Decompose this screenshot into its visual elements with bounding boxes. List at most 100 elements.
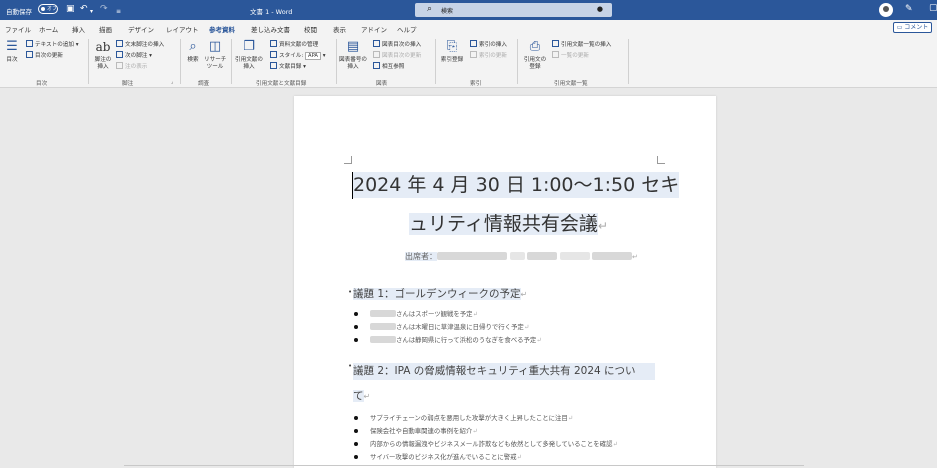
heading-marker: • xyxy=(348,288,353,296)
cross-reference-button[interactable]: 相互参照 xyxy=(373,62,404,71)
mark-entry-button[interactable]: ⎘ 索引登録 xyxy=(438,39,466,64)
redacted-name xyxy=(370,336,396,343)
researcher-icon: ◫ xyxy=(208,39,222,54)
tab-mailings[interactable]: 差し込み文書 xyxy=(251,24,290,34)
separator xyxy=(435,39,436,84)
separator xyxy=(517,39,518,84)
ribbon-tabs: ファイル ホーム 挿入 描画 デザイン レイアウト 参考資料 差し込み文書 校閲… xyxy=(0,20,937,37)
tab-help[interactable]: ヘルプ xyxy=(397,24,417,34)
list-item[interactable]: さんは木曜日に草津温泉に日帰りで行く予定↵ xyxy=(354,322,529,332)
autosave-toggle[interactable]: オフ xyxy=(38,4,58,14)
paragraph-mark: ↵ xyxy=(597,219,608,233)
tab-design[interactable]: デザイン xyxy=(128,24,154,34)
heading-marker: • xyxy=(348,362,353,370)
search-icon: ⌕ xyxy=(427,4,433,14)
insert-footnote-button[interactable]: ab 脚注の 挿入 xyxy=(92,39,114,71)
pen-icon[interactable]: ✎ xyxy=(905,4,913,14)
add-text-button[interactable]: テキストの追加 ▾ xyxy=(26,40,79,49)
show-notes-button[interactable]: 注の表示 xyxy=(116,62,147,71)
agenda-2-heading-line-1[interactable]: 議題 2：IPA の脅威情報セキュリティ重大共有 2024 につい xyxy=(353,363,655,380)
tab-addins[interactable]: アドイン xyxy=(361,24,387,34)
separator xyxy=(88,39,89,84)
paragraph-mark: ↵ xyxy=(632,253,638,261)
separator xyxy=(628,39,629,84)
style-selector[interactable]: スタイル: APA ▾ xyxy=(270,51,326,60)
mark-citation-button[interactable]: ⎙ 引用文の 登録 xyxy=(520,39,550,71)
redacted-name xyxy=(370,323,396,330)
agenda-2-heading-line-2[interactable]: て↵ xyxy=(353,389,370,404)
insert-table-of-figures-button[interactable]: 図表目次の挿入 xyxy=(373,40,421,49)
tab-layout[interactable]: レイアウト xyxy=(166,24,199,34)
caption-icon: ▤ xyxy=(346,39,360,54)
update-table-button[interactable]: 図表目次の更新 xyxy=(373,51,421,60)
search-placeholder: 検索 xyxy=(441,8,454,15)
margin-corner-mark xyxy=(344,156,352,164)
bibliography-button[interactable]: 文献目録 ▾ xyxy=(270,62,306,71)
group-label-index: 索引 xyxy=(470,81,482,87)
attendees-line[interactable]: 出席者： ↵ xyxy=(405,251,638,262)
footnotes-launcher-icon[interactable]: ⌟ xyxy=(171,79,173,85)
magnifier-icon: ⌕ xyxy=(189,39,197,54)
search-box[interactable]: ⌕ 検索 ● xyxy=(415,3,612,17)
group-label-research: 調査 xyxy=(198,81,210,87)
list-item[interactable]: サイバー攻撃のビジネス化が進んでいることに警戒↵ xyxy=(354,452,522,462)
microphone-icon[interactable]: ● xyxy=(597,5,603,13)
insert-toa-button[interactable]: 引用文献一覧の挿入 xyxy=(552,40,611,49)
insert-index-button[interactable]: 索引の挿入 xyxy=(470,40,507,49)
update-toc-button[interactable]: 目次の更新 xyxy=(26,51,63,60)
document-title-line-2[interactable]: ュリティ情報共有会議↵ xyxy=(409,211,608,239)
insert-endnote-button[interactable]: 文末脚注の挿入 xyxy=(116,40,164,49)
vertical-scrollbar[interactable] xyxy=(932,88,937,468)
window-control-icon[interactable]: ▢ xyxy=(929,3,937,13)
avatar[interactable] xyxy=(879,3,893,17)
insert-citation-button[interactable]: ❐ 引用文献の 挿入 xyxy=(234,39,264,71)
list-item[interactable]: さんはスポーツ観戦を予定↵ xyxy=(354,309,478,319)
text-cursor xyxy=(352,172,353,199)
group-label-captions: 図表 xyxy=(376,81,388,87)
style-combo[interactable]: APA xyxy=(305,52,321,60)
group-label-footnotes: 脚注 xyxy=(122,81,134,87)
update-index-button[interactable]: 索引の更新 xyxy=(470,51,507,60)
tab-insert[interactable]: 挿入 xyxy=(72,24,85,34)
tab-view[interactable]: 表示 xyxy=(333,24,346,34)
search-button[interactable]: ⌕ 検索 xyxy=(185,39,201,64)
undo-dropdown-icon[interactable]: ▾ xyxy=(90,6,93,17)
comment-button[interactable]: ▭ コメント xyxy=(893,22,932,33)
undo-icon[interactable]: ↶ xyxy=(80,4,88,15)
redacted-name xyxy=(510,252,525,260)
toc-icon: ☰ xyxy=(6,39,18,54)
tab-draw[interactable]: 描画 xyxy=(99,24,112,34)
group-label-toa: 引用文献一覧 xyxy=(554,81,588,87)
save-icon[interactable]: ▣ xyxy=(66,4,75,15)
next-footnote-button[interactable]: 次の脚注 ▾ xyxy=(116,51,152,60)
researcher-button[interactable]: ◫ リサーチ ツール xyxy=(204,39,226,71)
separator xyxy=(180,39,181,84)
redacted-name xyxy=(592,252,632,260)
update-toa-button[interactable]: 一覧の更新 xyxy=(552,51,589,60)
redacted-name xyxy=(527,252,557,260)
document-title: 文書 1 - Word xyxy=(250,8,293,16)
paragraph-mark: ↵ xyxy=(363,392,371,401)
mark-entry-icon: ⎘ xyxy=(446,39,458,54)
footnote-icon: ab xyxy=(95,40,111,54)
customize-qat-icon[interactable]: ≡ xyxy=(116,6,121,17)
document-title-line-1[interactable]: 2024 年 4 月 30 日 1:00〜1:50 セキ xyxy=(353,172,680,198)
agenda-1-heading[interactable]: 議題 1：ゴールデンウィークの予定↵ xyxy=(353,287,527,302)
attendees-label: 出席者： xyxy=(405,252,437,261)
list-item[interactable]: サプライチェーンの弱点を悪用した攻撃が大きく上昇したことに注目↵ xyxy=(354,413,573,423)
tab-home[interactable]: ホーム xyxy=(39,24,58,34)
list-item[interactable]: 保険会社や自動車関連の事例を紹介↵ xyxy=(354,426,478,436)
separator xyxy=(336,39,337,84)
title-bar: 自動保存 オフ ▣ ↶ ▾ ↷ ≡ 文書 1 - Word ⌕ 検索 ● ✎ ▢ xyxy=(0,0,937,20)
tab-review[interactable]: 校閲 xyxy=(304,24,317,34)
insert-caption-button[interactable]: ▤ 図表番号の 挿入 xyxy=(338,39,368,71)
list-item[interactable]: 内部からの情報漏洩やビジネスメール詐欺なども依然として多発していることを確認↵ xyxy=(354,439,618,449)
manage-sources-button[interactable]: 資料文献の管理 xyxy=(270,40,318,49)
toc-button[interactable]: ☰ 目次 xyxy=(3,39,21,64)
group-label-toc: 目次 xyxy=(36,81,48,87)
tab-file[interactable]: ファイル xyxy=(5,24,31,34)
status-divider xyxy=(124,465,804,466)
list-item[interactable]: さんは静岡県に行って浜松のうなぎを食べる予定↵ xyxy=(354,335,542,345)
redacted-name xyxy=(370,310,396,317)
redo-icon[interactable]: ↷ xyxy=(100,4,108,15)
